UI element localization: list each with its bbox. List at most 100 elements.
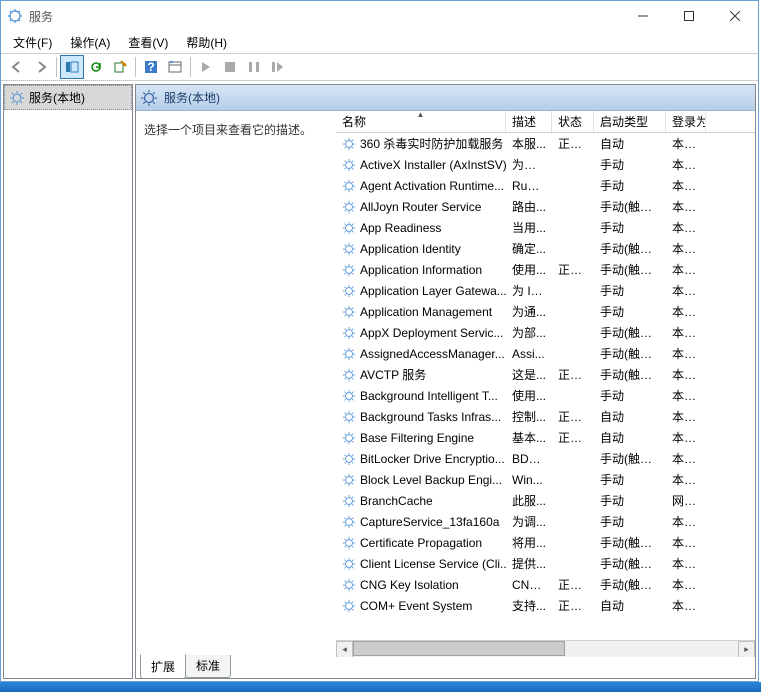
service-row[interactable]: CaptureService_13fa160a为调...手动本地系 bbox=[336, 511, 755, 532]
scroll-left-button[interactable]: ◂ bbox=[336, 641, 353, 658]
service-row[interactable]: 360 杀毒实时防护加载服务本服...正在...自动本地系 bbox=[336, 133, 755, 154]
service-row[interactable]: AssignedAccessManager...Assi...手动(触发...本… bbox=[336, 343, 755, 364]
service-row[interactable]: Base Filtering Engine基本...正在...自动本地服 bbox=[336, 427, 755, 448]
service-row[interactable]: Application Identity确定...手动(触发...本地服 bbox=[336, 238, 755, 259]
menu-view[interactable]: 查看(V) bbox=[120, 32, 176, 53]
service-logon: 本地系 bbox=[666, 450, 706, 467]
close-button[interactable] bbox=[712, 1, 758, 31]
service-row[interactable]: Certificate Propagation将用...手动(触发...本地系 bbox=[336, 532, 755, 553]
service-row[interactable]: Application Information使用...正在...手动(触发..… bbox=[336, 259, 755, 280]
service-name: Background Intelligent T... bbox=[360, 389, 498, 403]
service-row[interactable]: AVCTP 服务这是...正在...手动(触发...本地服 bbox=[336, 364, 755, 385]
forward-button[interactable] bbox=[29, 55, 53, 79]
service-name: AVCTP 服务 bbox=[360, 366, 426, 383]
service-name: Agent Activation Runtime... bbox=[360, 179, 504, 193]
service-start: 手动(触发... bbox=[594, 450, 666, 467]
app-icon bbox=[7, 8, 23, 24]
horizontal-scrollbar[interactable]: ◂ ▸ bbox=[336, 640, 755, 657]
back-button[interactable] bbox=[5, 55, 29, 79]
service-row[interactable]: Agent Activation Runtime...Runt...手动本地系 bbox=[336, 175, 755, 196]
service-logon: 本地系 bbox=[666, 408, 706, 425]
column-header-logon[interactable]: 登录为 bbox=[666, 111, 706, 132]
service-row[interactable]: COM+ Event System支持...正在...自动本地服 bbox=[336, 595, 755, 616]
service-start: 手动(触发... bbox=[594, 198, 666, 215]
service-logon: 本地服 bbox=[666, 429, 706, 446]
service-status: 正在... bbox=[552, 429, 594, 446]
service-name: CaptureService_13fa160a bbox=[360, 515, 499, 529]
service-start: 自动 bbox=[594, 597, 666, 614]
column-header-name[interactable]: 名称 ▲ bbox=[336, 111, 506, 132]
gear-icon bbox=[342, 515, 356, 529]
stop-service-button[interactable] bbox=[218, 55, 242, 79]
tab-extended[interactable]: 扩展 bbox=[140, 654, 186, 679]
service-status: 正在... bbox=[552, 408, 594, 425]
service-row[interactable]: Client License Service (Cli...提供...手动(触发… bbox=[336, 553, 755, 574]
service-name: COM+ Event System bbox=[360, 599, 472, 613]
refresh-button[interactable] bbox=[84, 55, 108, 79]
service-desc: 控制... bbox=[506, 408, 552, 425]
service-logon: 本地系 bbox=[666, 555, 706, 572]
service-logon: 本地系 bbox=[666, 576, 706, 593]
scroll-thumb[interactable] bbox=[353, 641, 565, 656]
service-row[interactable]: Background Intelligent T...使用...手动本地系 bbox=[336, 385, 755, 406]
tree-node-services-local[interactable]: 服务(本地) bbox=[4, 85, 132, 110]
service-row[interactable]: Background Tasks Infras...控制...正在...自动本地… bbox=[336, 406, 755, 427]
service-row[interactable]: CNG Key IsolationCNG...正在...手动(触发...本地系 bbox=[336, 574, 755, 595]
scroll-right-button[interactable]: ▸ bbox=[738, 641, 755, 658]
service-row[interactable]: AppX Deployment Servic...为部...手动(触发...本地… bbox=[336, 322, 755, 343]
properties-button[interactable] bbox=[163, 55, 187, 79]
body: 服务(本地) 服务(本地) 选择一个项目来查看它的描述。 名称 bbox=[1, 81, 758, 681]
service-desc: 当用... bbox=[506, 219, 552, 236]
column-header-start[interactable]: 启动类型 bbox=[594, 111, 666, 132]
service-start: 手动 bbox=[594, 492, 666, 509]
service-start: 手动 bbox=[594, 387, 666, 404]
menu-file[interactable]: 文件(F) bbox=[5, 32, 60, 53]
service-name: Base Filtering Engine bbox=[360, 431, 474, 445]
maximize-button[interactable] bbox=[666, 1, 712, 31]
menubar: 文件(F) 操作(A) 查看(V) 帮助(H) bbox=[1, 31, 758, 53]
service-row[interactable]: Application Management为通...手动本地系 bbox=[336, 301, 755, 322]
service-name: Application Identity bbox=[360, 242, 461, 256]
restart-service-button[interactable] bbox=[266, 55, 290, 79]
service-row[interactable]: BitLocker Drive Encryptio...BDE...手动(触发.… bbox=[336, 448, 755, 469]
view-tabs: 扩展 标准 bbox=[136, 656, 755, 678]
gear-icon bbox=[342, 494, 356, 508]
service-desc: Assi... bbox=[506, 347, 552, 361]
service-desc: CNG... bbox=[506, 578, 552, 592]
menu-help[interactable]: 帮助(H) bbox=[178, 32, 235, 53]
column-header-status[interactable]: 状态 bbox=[552, 111, 594, 132]
show-hide-tree-button[interactable] bbox=[60, 55, 84, 79]
minimize-button[interactable] bbox=[620, 1, 666, 31]
pause-service-button[interactable] bbox=[242, 55, 266, 79]
export-list-button[interactable] bbox=[108, 55, 132, 79]
service-row[interactable]: ActiveX Installer (AxInstSV)为从 ...手动本地系 bbox=[336, 154, 755, 175]
column-header-desc[interactable]: 描述 bbox=[506, 111, 552, 132]
service-name: Application Management bbox=[360, 305, 492, 319]
start-service-button[interactable] bbox=[194, 55, 218, 79]
service-status: 正在... bbox=[552, 597, 594, 614]
service-start: 手动 bbox=[594, 156, 666, 173]
gear-icon bbox=[342, 410, 356, 424]
service-name: BranchCache bbox=[360, 494, 433, 508]
service-name: AllJoyn Router Service bbox=[360, 200, 481, 214]
service-row[interactable]: App Readiness当用...手动本地系 bbox=[336, 217, 755, 238]
service-start: 自动 bbox=[594, 135, 666, 152]
right-pane: 服务(本地) 选择一个项目来查看它的描述。 名称 ▲ 描述 状态 启动类型 bbox=[135, 84, 756, 679]
service-desc: 支持... bbox=[506, 597, 552, 614]
service-logon: 本地系 bbox=[666, 387, 706, 404]
service-name: 360 杀毒实时防护加载服务 bbox=[360, 135, 503, 152]
service-name: Application Information bbox=[360, 263, 482, 277]
scroll-track[interactable] bbox=[353, 641, 738, 658]
service-logon: 本地系 bbox=[666, 156, 706, 173]
service-row[interactable]: Application Layer Gatewa...为 In...手动本地服 bbox=[336, 280, 755, 301]
service-row[interactable]: Block Level Backup Engi...Win...手动本地系 bbox=[336, 469, 755, 490]
service-row[interactable]: BranchCache此服...手动网络服 bbox=[336, 490, 755, 511]
tab-standard[interactable]: 标准 bbox=[185, 655, 231, 678]
service-start: 手动(触发... bbox=[594, 261, 666, 278]
menu-action[interactable]: 操作(A) bbox=[62, 32, 118, 53]
help-button[interactable]: ? bbox=[139, 55, 163, 79]
service-start: 自动 bbox=[594, 408, 666, 425]
service-row[interactable]: AllJoyn Router Service路由...手动(触发...本地服 bbox=[336, 196, 755, 217]
service-logon: 本地服 bbox=[666, 198, 706, 215]
sort-asc-icon: ▲ bbox=[417, 111, 425, 119]
